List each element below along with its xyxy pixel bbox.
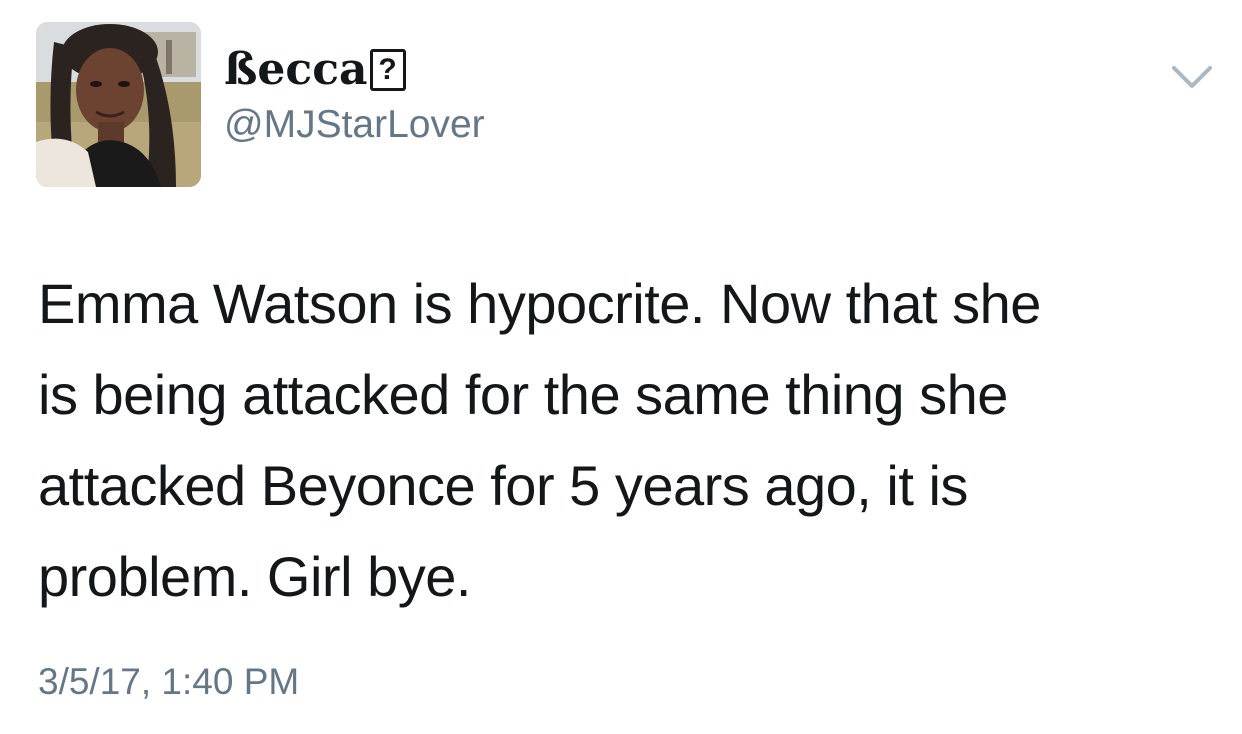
display-name-text: ßecca (224, 44, 368, 95)
tweet-text-line: attacked Beyonce for 5 years ago, it is (38, 454, 968, 517)
user-handle[interactable]: @MJStarLover (224, 102, 485, 148)
avatar-photo (36, 22, 201, 187)
unknown-emoji-glyph: ? (369, 49, 406, 91)
tweet-text-line: Emma Watson is hypocrite. Now that she (38, 272, 1041, 335)
tweet-text-line: is being attacked for the same thing she (38, 363, 1008, 426)
tweet-text: Emma Watson is hypocrite. Now that she i… (38, 258, 1208, 622)
avatar[interactable] (36, 22, 201, 187)
tweet-timestamp[interactable]: 3/5/17, 1:40 PM (38, 660, 299, 704)
chevron-down-icon[interactable] (1170, 62, 1214, 92)
tweet-text-line: problem. Girl bye. (38, 545, 471, 608)
display-name[interactable]: ßecca ? (224, 44, 485, 96)
user-info[interactable]: ßecca ? @MJStarLover (224, 44, 485, 148)
tweet-card: ßecca ? @MJStarLover Emma Watson is hypo… (0, 0, 1242, 734)
